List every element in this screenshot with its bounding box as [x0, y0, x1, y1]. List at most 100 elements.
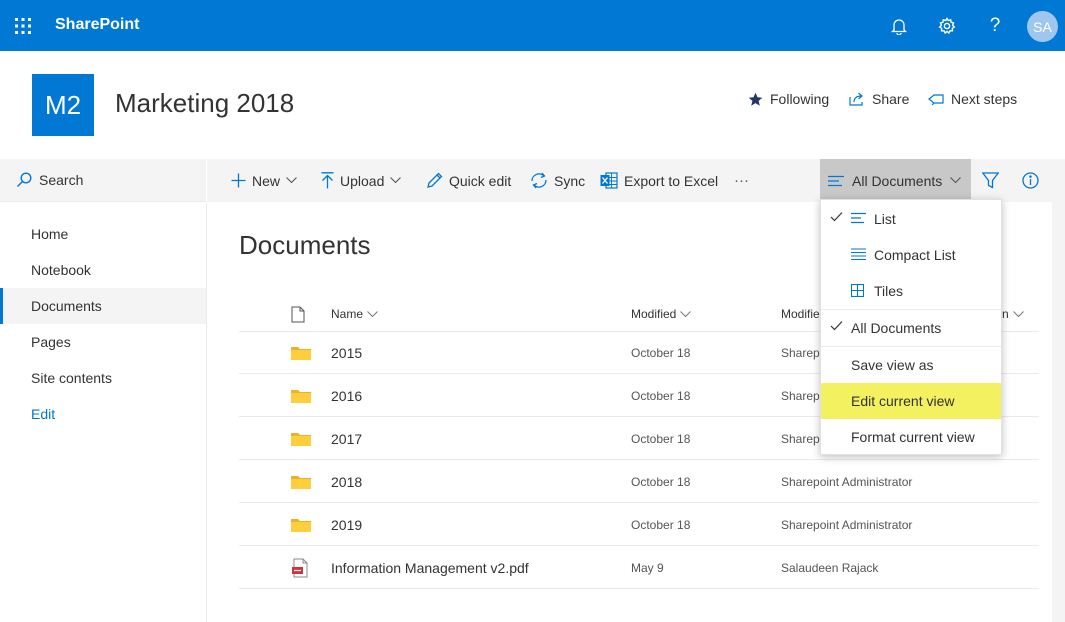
column-header-modified-by[interactable]: Modifie	[781, 296, 820, 332]
menu-item-compact-list[interactable]: Compact List	[821, 237, 1001, 273]
view-switcher[interactable]: All Documents	[820, 159, 971, 202]
nav-item-documents[interactable]: Documents	[0, 288, 206, 324]
help-icon[interactable]: ?	[982, 13, 1008, 39]
modified-date: October 18	[631, 388, 691, 403]
avatar[interactable]: SA	[1027, 11, 1058, 42]
search-box[interactable]: Search	[0, 159, 206, 202]
menu-item-tiles[interactable]: Tiles	[821, 273, 1001, 309]
table-row[interactable]: 2019 October 18 Sharepoint Administrator	[239, 503, 1039, 546]
site-title[interactable]: Marketing 2018	[115, 88, 294, 119]
column-add-label: n	[1002, 307, 1009, 321]
upload-button[interactable]: Upload	[321, 159, 402, 202]
new-button[interactable]: New	[231, 159, 297, 202]
search-icon	[17, 172, 32, 187]
nav-item-notebook[interactable]: Notebook	[0, 252, 206, 288]
menu-item-save-view-as[interactable]: Save view as	[821, 347, 1001, 383]
view-options-menu: List Compact List Tiles All Documents Sa…	[820, 199, 1002, 455]
menu-item-all-documents[interactable]: All Documents	[821, 310, 1001, 346]
menu-item-label: Format current view	[851, 429, 975, 445]
nav-item-home[interactable]: Home	[0, 216, 206, 252]
upload-icon	[321, 172, 334, 189]
modified-date: October 18	[631, 517, 691, 532]
file-name[interactable]: Information Management v2.pdf	[331, 546, 529, 589]
search-label: Search	[39, 172, 84, 188]
menu-item-label: Save view as	[851, 357, 934, 373]
file-name[interactable]: 2018	[331, 460, 362, 503]
new-label: New	[252, 172, 281, 189]
menu-item-label: All Documents	[851, 320, 942, 336]
folder-icon	[291, 460, 311, 503]
file-type-header-icon[interactable]	[291, 296, 305, 332]
info-button[interactable]	[1022, 159, 1045, 202]
file-name[interactable]: 2017	[331, 417, 362, 460]
folder-icon	[291, 417, 311, 460]
file-name[interactable]: 2016	[331, 374, 362, 417]
folder-icon	[291, 503, 311, 546]
menu-item-list[interactable]: List	[821, 201, 1001, 237]
vertical-scrollbar[interactable]	[1052, 202, 1065, 622]
sync-label: Sync	[554, 172, 586, 189]
modified-date: October 18	[631, 345, 691, 360]
pencil-icon	[427, 172, 443, 188]
nav-item-pages[interactable]: Pages	[0, 324, 206, 360]
command-bar: New Upload Quick edit Sync Export to Exc…	[207, 159, 1065, 202]
modified-date: October 18	[631, 474, 691, 489]
column-name-label: Name	[331, 307, 364, 321]
column-header-name[interactable]: Name	[331, 296, 378, 332]
menu-item-format-current-view[interactable]: Format current view	[821, 419, 1001, 455]
file-name[interactable]: 2015	[331, 331, 362, 374]
menu-item-label: Edit current view	[851, 393, 955, 409]
column-header-modified[interactable]: Modified	[631, 296, 692, 332]
modified-by[interactable]: Salaudeen Rajack	[781, 546, 878, 589]
table-row[interactable]: Information Management v2.pdf May 9 Sala…	[239, 546, 1039, 589]
nav-edit-link[interactable]: Edit	[0, 396, 206, 432]
export-label: Export to Excel	[624, 172, 719, 189]
checkmark-icon	[830, 321, 843, 331]
filter-button[interactable]	[982, 159, 1005, 202]
waffle-icon[interactable]	[0, 0, 46, 51]
info-icon	[1022, 172, 1039, 189]
library-title: Documents	[239, 230, 371, 260]
chevron-down-icon	[950, 177, 962, 184]
following-label: Following	[770, 91, 830, 107]
bell-icon[interactable]	[886, 13, 912, 39]
modified-by[interactable]: Sharepoint Administrator	[781, 460, 912, 503]
share-label: Share	[872, 91, 910, 107]
site-logo[interactable]: M2	[32, 74, 94, 136]
rocket-icon	[928, 94, 944, 106]
share-button[interactable]: Share	[849, 91, 909, 107]
more-options-button[interactable]: ···	[734, 159, 749, 202]
excel-icon	[600, 172, 618, 189]
list-icon	[851, 212, 866, 224]
list-view-icon	[828, 175, 844, 186]
column-header-add[interactable]: n	[1002, 296, 1024, 332]
column-modified-label: Modified	[631, 307, 677, 321]
tiles-icon	[851, 284, 864, 297]
nav-item-site-contents[interactable]: Site contents	[0, 360, 206, 396]
export-to-excel-button[interactable]: Export to Excel	[600, 159, 718, 202]
quick-edit-button[interactable]: Quick edit	[426, 159, 511, 202]
star-icon	[748, 92, 763, 106]
chevron-down-icon	[680, 310, 692, 317]
following-button[interactable]: Following	[748, 91, 829, 107]
compact-list-icon	[851, 248, 866, 260]
next-steps-button[interactable]: Next steps	[928, 91, 1017, 107]
file-name[interactable]: 2019	[331, 503, 362, 546]
folder-icon	[291, 331, 311, 374]
gear-icon[interactable]	[934, 13, 960, 39]
menu-item-label: Tiles	[874, 283, 904, 299]
chevron-down-icon	[390, 177, 402, 184]
modified-by[interactable]: Sharepoint Administrator	[781, 503, 912, 546]
suite-bar: SharePoint ? SA	[0, 0, 1065, 51]
pdf-file-icon	[291, 546, 309, 589]
menu-item-edit-current-view[interactable]: Edit current view	[821, 383, 1001, 419]
filter-icon	[982, 172, 999, 189]
suite-title[interactable]: SharePoint	[55, 16, 139, 34]
sync-button[interactable]: Sync	[530, 159, 585, 202]
sync-icon	[531, 172, 547, 189]
menu-item-label: List	[874, 211, 896, 227]
next-steps-label: Next steps	[951, 91, 1018, 107]
share-icon	[849, 92, 863, 106]
table-row[interactable]: 2018 October 18 Sharepoint Administrator	[239, 460, 1039, 503]
upload-label: Upload	[340, 172, 385, 189]
